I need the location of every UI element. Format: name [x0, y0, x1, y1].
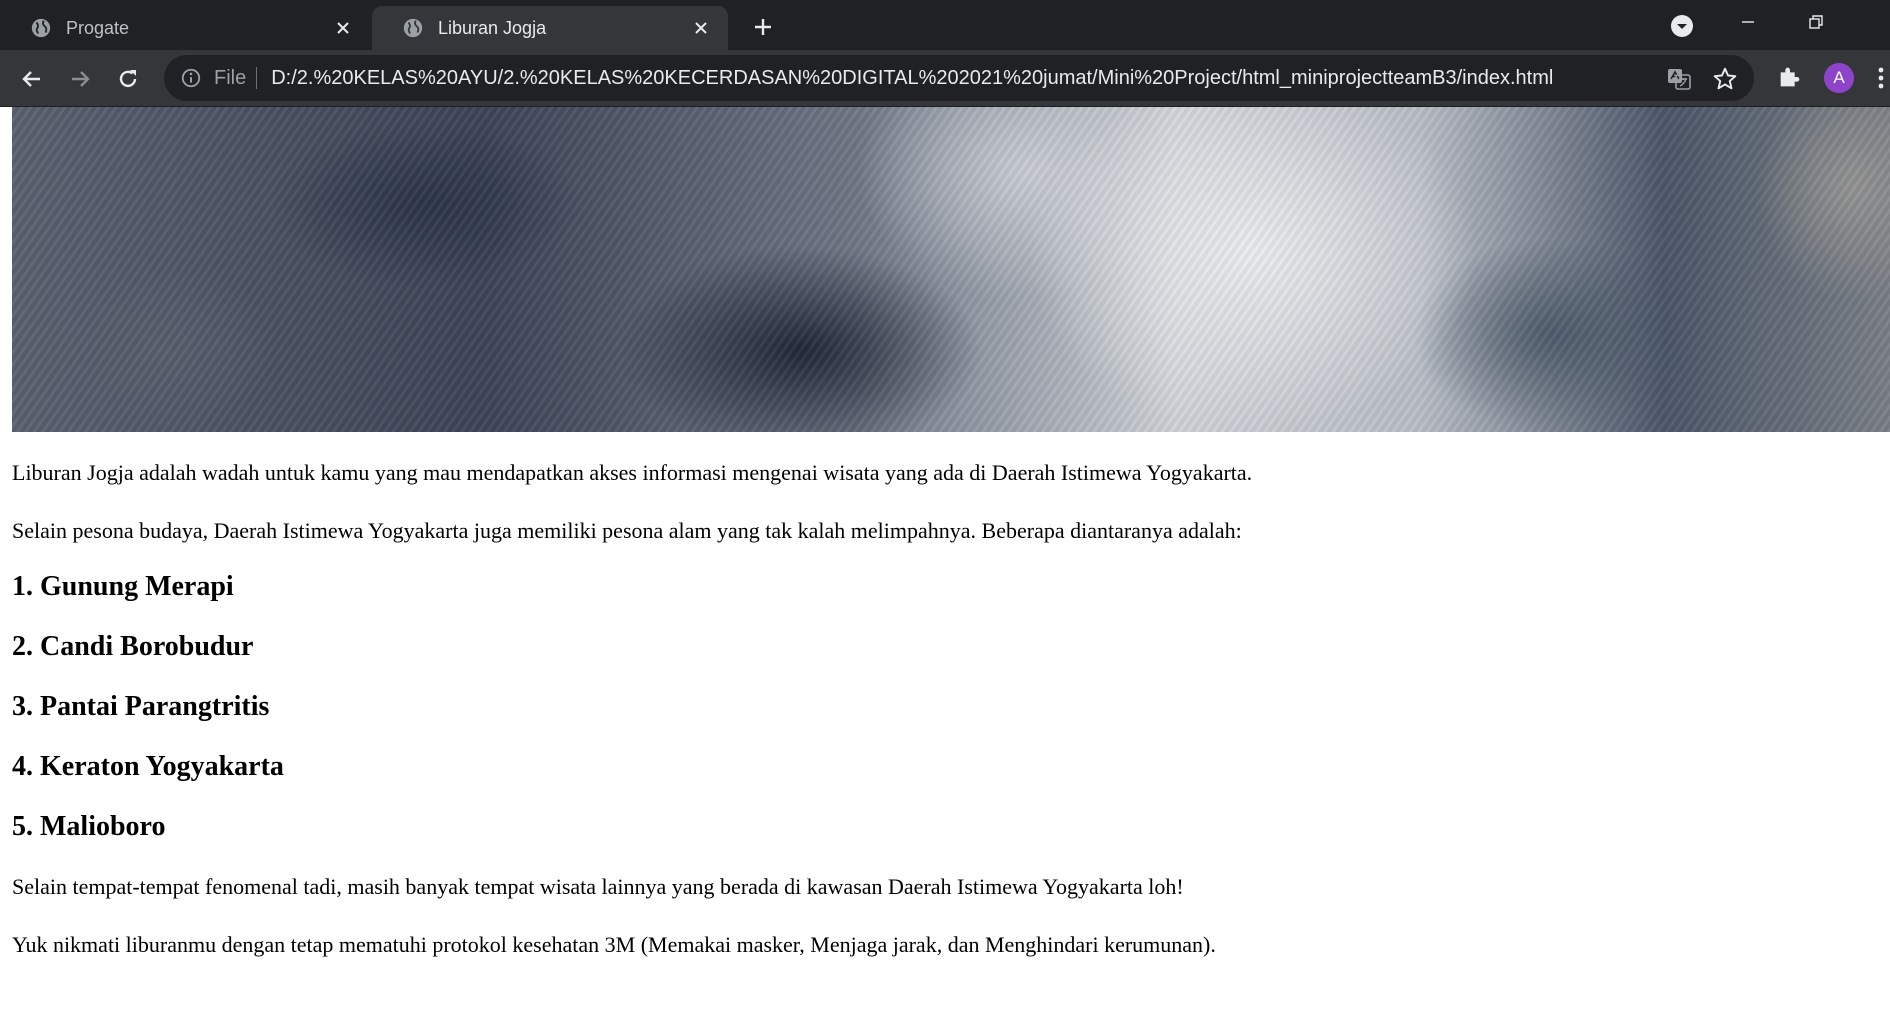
- place-heading: 3. Pantai Parangtritis: [12, 691, 270, 722]
- arrow-left-icon: [22, 71, 40, 87]
- tab-strip: Progate Liburan Jogja: [0, 0, 1890, 50]
- new-tab-button[interactable]: [748, 12, 778, 42]
- info-icon[interactable]: [180, 67, 202, 89]
- puzzle-icon[interactable]: [1776, 63, 1804, 91]
- outro-paragraph-1: Selain tempat-tempat fenomenal tadi, mas…: [12, 874, 1184, 899]
- scheme-label: File: [214, 66, 247, 89]
- back-button[interactable]: [16, 63, 48, 95]
- globe-icon: [31, 18, 51, 38]
- close-tab-icon[interactable]: [690, 17, 712, 39]
- outro-paragraph-2: Yuk nikmati liburanmu dengan tetap memat…: [12, 932, 1216, 957]
- globe-icon: [403, 18, 423, 38]
- minimize-button[interactable]: [1720, 6, 1776, 38]
- tab-title: Liburan Jogja: [438, 17, 547, 38]
- reload-icon: [119, 70, 137, 88]
- place-heading: 5. Malioboro: [12, 811, 166, 842]
- tab-search-button[interactable]: [1668, 12, 1696, 40]
- plus-icon: [755, 19, 771, 35]
- minimize-icon: [1742, 21, 1754, 23]
- intro-paragraph-1: Liburan Jogja adalah wadah untuk kamu ya…: [12, 460, 1253, 485]
- arrow-right-icon: [72, 71, 90, 87]
- translate-icon[interactable]: [1666, 66, 1692, 92]
- more-vert-icon[interactable]: [1874, 63, 1888, 93]
- restore-button[interactable]: [1788, 6, 1844, 38]
- forward-button[interactable]: [64, 63, 96, 95]
- intro-paragraph-2: Selain pesona budaya, Daerah Istimewa Yo…: [12, 518, 1242, 543]
- star-icon[interactable]: [1712, 66, 1738, 92]
- hero-image: [12, 107, 1890, 432]
- tab-progate[interactable]: Progate: [0, 6, 370, 50]
- address-bar[interactable]: File D:/2.%20KELAS%20AYU/2.%20KELAS%20KE…: [164, 55, 1754, 101]
- tab-liburan-jogja[interactable]: Liburan Jogja: [372, 6, 728, 50]
- browser-toolbar: File D:/2.%20KELAS%20AYU/2.%20KELAS%20KE…: [0, 50, 1890, 107]
- page-content: Liburan Jogja adalah wadah untuk kamu ya…: [12, 432, 1872, 960]
- avatar[interactable]: A: [1824, 63, 1854, 93]
- place-heading: 1. Gunung Merapi: [12, 571, 234, 602]
- place-heading: 4. Keraton Yogyakarta: [12, 751, 284, 782]
- place-heading: 2. Candi Borobudur: [12, 631, 254, 662]
- close-tab-icon[interactable]: [332, 17, 354, 39]
- tab-title: Progate: [66, 17, 130, 38]
- reload-button[interactable]: [112, 63, 144, 95]
- divider: [256, 67, 258, 89]
- chevron-down-icon: [1671, 15, 1693, 37]
- url-text[interactable]: D:/2.%20KELAS%20AYU/2.%20KELAS%20KECERDA…: [271, 67, 1553, 90]
- restore-icon: [1809, 15, 1823, 29]
